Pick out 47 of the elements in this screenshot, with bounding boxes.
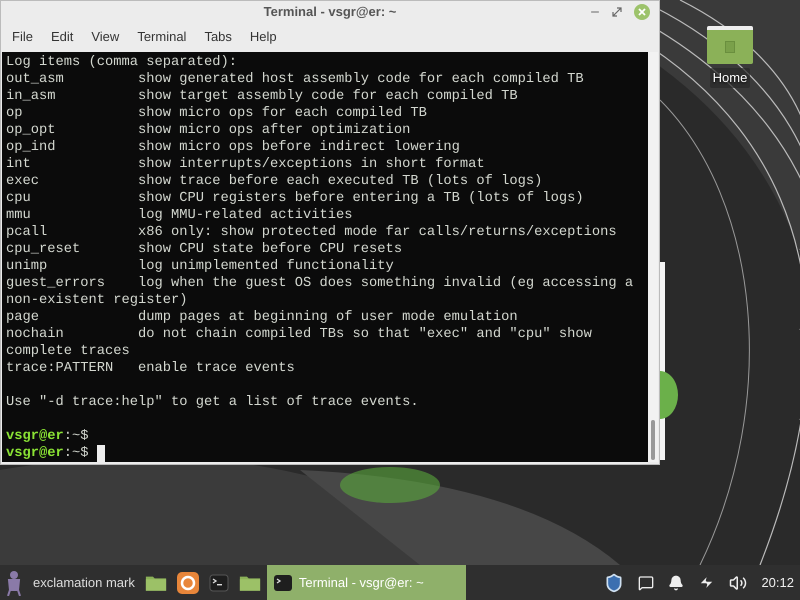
- prompt-path: :~$: [64, 428, 89, 445]
- terminal-line: int show interrupts/exceptions in short format: [6, 156, 485, 173]
- menu-figure-icon[interactable]: [5, 570, 23, 596]
- desktop-icon-label[interactable]: Home: [710, 68, 750, 88]
- folder-icon[interactable]: [144, 574, 167, 592]
- terminal-line: out_asm show generated host assembly code for each compiled TB: [6, 71, 584, 88]
- menu-item[interactable]: Terminal: [128, 27, 196, 47]
- power-icon[interactable]: [698, 574, 716, 591]
- terminal-icon: [272, 572, 293, 592]
- menu-label[interactable]: exclamation mark: [33, 572, 135, 592]
- terminal-line: cpu_reset show CPU state before CPU resets: [6, 241, 402, 258]
- clock[interactable]: 20:12: [761, 572, 794, 592]
- menu-item[interactable]: View: [82, 27, 128, 47]
- terminal-line: page dump pages at beginning of user mode emulation: [6, 309, 518, 326]
- terminal-line: guest_errors log when the guest OS does something invalid (eg accessing a: [6, 275, 634, 292]
- menu-item[interactable]: File: [3, 27, 42, 47]
- shield-icon[interactable]: [604, 572, 624, 592]
- terminal-line: mmu log MMU-related activities: [6, 207, 353, 224]
- scrollbar[interactable]: [648, 52, 658, 462]
- terminal-line: nochain do not chain compiled TBs so that "exec" and "cpu" show: [6, 326, 592, 343]
- terminal-line: cpu show CPU registers before entering a TB (lots of logs): [6, 190, 584, 207]
- terminal-line: in_asm show target assembly code for each compiled TB: [6, 88, 518, 105]
- terminal-line: non-existent register): [6, 292, 188, 309]
- terminal-line: complete traces: [6, 343, 130, 360]
- menu-item[interactable]: Tabs: [195, 27, 241, 47]
- terminal-line: Log items (comma separated):: [6, 54, 238, 71]
- prompt-user: vsgr@er: [6, 428, 64, 445]
- terminal-line: pcall x86 only: show protected mode far calls/returns/exceptions: [6, 224, 617, 241]
- browser-icon[interactable]: [176, 572, 199, 594]
- home-folder-icon[interactable]: [707, 26, 753, 64]
- window-title: Terminal - vsgr@er: ~: [264, 2, 396, 21]
- volume-icon[interactable]: [729, 574, 748, 592]
- terminal-line: op_ind show micro ops before indirect lowering: [6, 139, 460, 156]
- terminal-icon[interactable]: [208, 572, 229, 592]
- menu-item[interactable]: Edit: [42, 27, 82, 47]
- terminal-line: Use "-d trace:help" to get a list of trace events.: [6, 394, 419, 411]
- menu-item[interactable]: Help: [240, 27, 286, 47]
- terminal-line: op_opt show micro ops after optimization: [6, 122, 410, 139]
- prompt-path: :~$: [64, 445, 89, 462]
- terminal-line: op show micro ops for each compiled TB: [6, 105, 427, 122]
- terminal-line: trace:PATTERN enable trace events: [6, 360, 295, 377]
- bell-icon[interactable]: [668, 574, 684, 590]
- terminal-line: unimp log unimplemented functionality: [6, 258, 394, 275]
- terminal-line: exec show trace before each executed TB (lots of logs): [6, 173, 542, 190]
- prompt-user: vsgr@er: [6, 445, 64, 462]
- folder-icon[interactable]: [238, 574, 261, 592]
- restore-icon[interactable]: [611, 6, 623, 18]
